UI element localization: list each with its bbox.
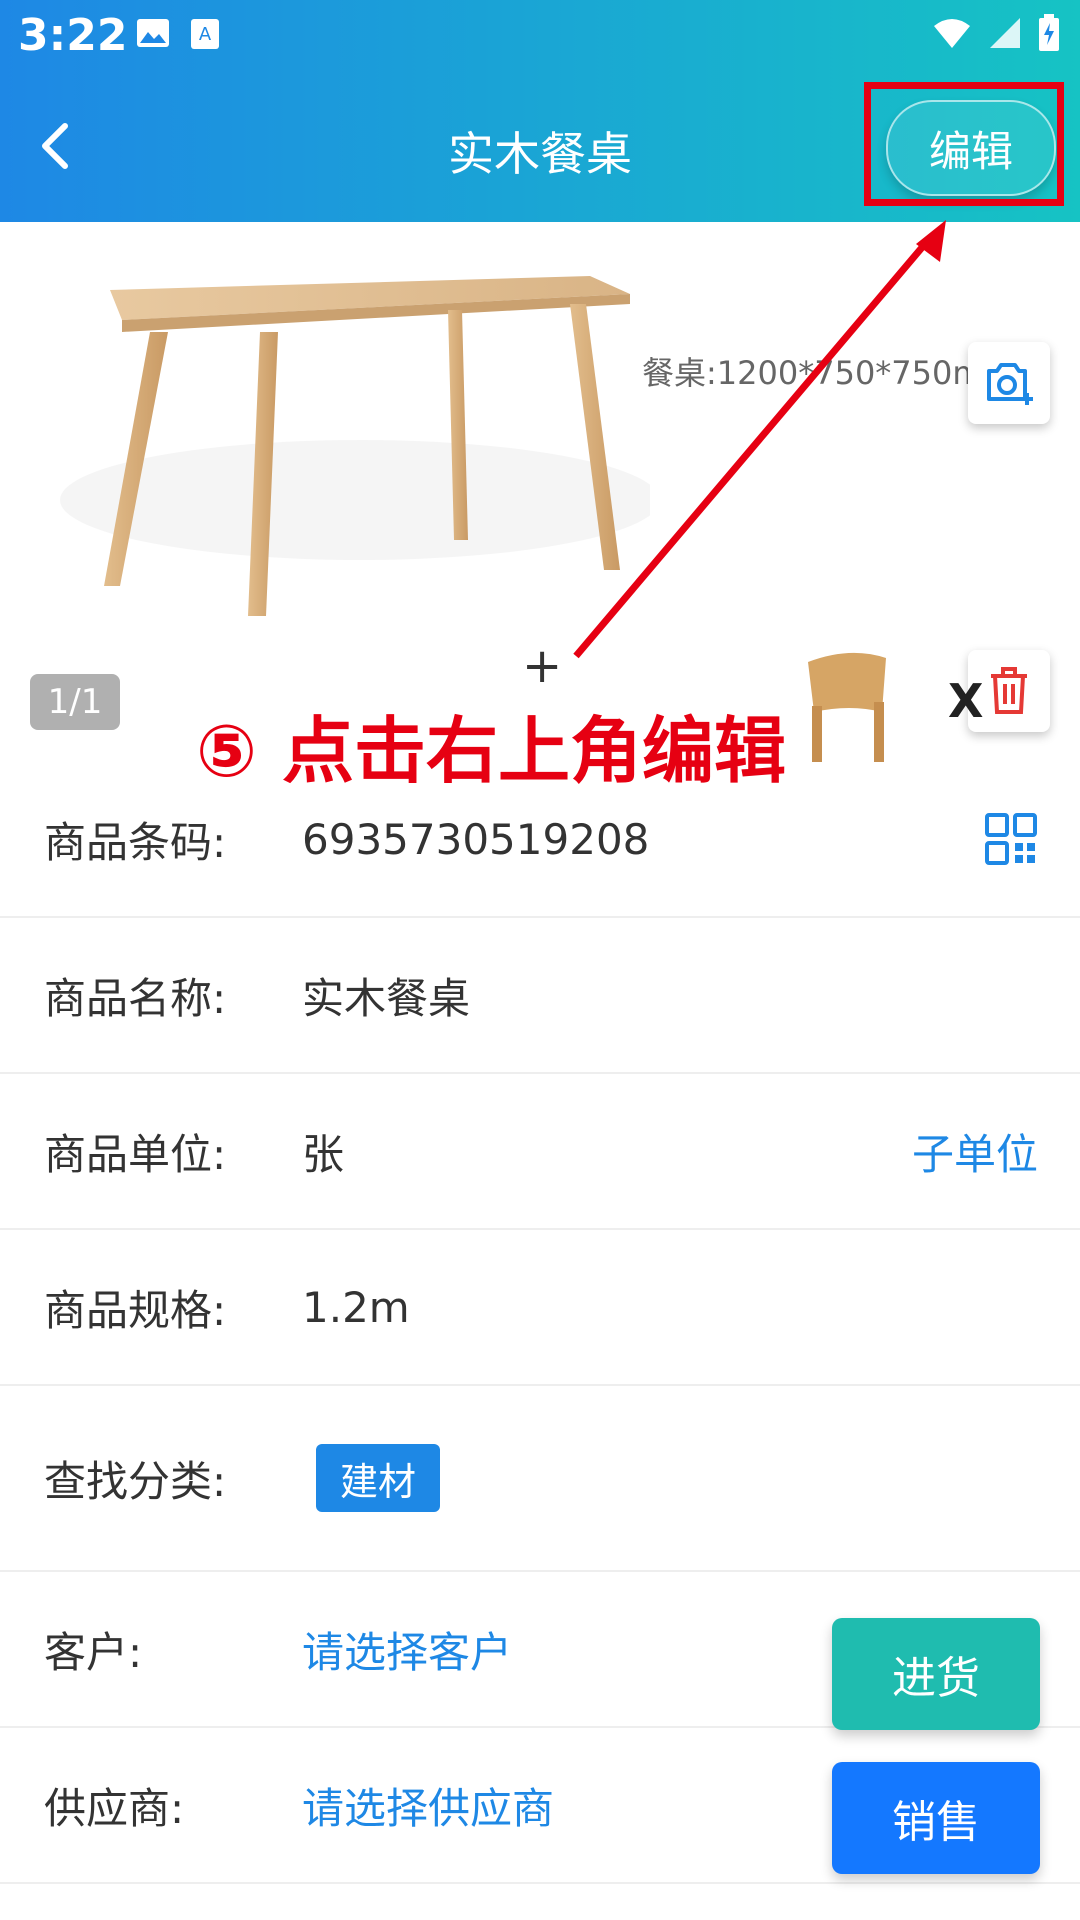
supplier-label: 供应商: xyxy=(44,1783,185,1833)
dimension-label: 餐桌:1200*750*750mm xyxy=(642,354,1015,392)
header: 3:22 A 实木餐桌 编辑 xyxy=(0,0,1080,222)
status-time: 3:22 xyxy=(18,10,128,61)
camera-add-icon xyxy=(987,363,1033,405)
battery-icon xyxy=(1038,14,1060,56)
name-value: 实木餐桌 xyxy=(302,973,471,1023)
sub-unit-button[interactable]: 子单位 xyxy=(912,1121,1038,1182)
spec-value: 1.2m xyxy=(302,1282,410,1332)
chair-image xyxy=(808,652,886,762)
purchase-button[interactable]: 进货 xyxy=(832,1618,1040,1730)
name-row: 商品名称: 实木餐桌 xyxy=(0,918,1080,1074)
category-row: 查找分类: 建材 xyxy=(0,1386,1080,1572)
qr-code-button[interactable] xyxy=(984,812,1038,866)
product-image-viewer[interactable]: 餐桌:1200*750*750mm + X 1/1 xyxy=(0,222,1080,762)
x-mark: X xyxy=(948,674,984,728)
wifi-icon xyxy=(932,16,972,54)
trash-icon xyxy=(991,667,1027,714)
barcode-label: 商品条码: xyxy=(44,817,227,867)
signal-icon xyxy=(988,16,1022,54)
sales-button[interactable]: 销售 xyxy=(832,1762,1040,1874)
spec-label: 商品规格: xyxy=(44,1285,227,1335)
category-tag[interactable]: 建材 xyxy=(316,1444,441,1512)
plus-sign: + xyxy=(522,638,563,694)
svg-text:A: A xyxy=(199,24,212,45)
edit-highlight-box xyxy=(864,82,1064,206)
supplier-select[interactable]: 请选择供应商 xyxy=(302,1775,554,1836)
product-detail-screen: 3:22 A 实木餐桌 编辑 餐桌:1200*750*750mm + X 1/1… xyxy=(0,0,1080,1920)
add-photo-button[interactable] xyxy=(968,342,1050,424)
product-image xyxy=(60,276,650,616)
image-icon xyxy=(136,18,170,54)
image-counter: 1/1 xyxy=(30,674,120,730)
barcode-row: 商品条码: 6935730519208 xyxy=(0,762,1080,918)
status-notification-icons: A xyxy=(136,18,220,54)
customer-select[interactable]: 请选择客户 xyxy=(302,1619,512,1680)
unit-value: 张 xyxy=(302,1129,345,1179)
category-label: 查找分类: xyxy=(44,1456,227,1506)
status-system-icons xyxy=(932,14,1060,56)
qr-code-icon xyxy=(985,813,1037,865)
spec-row: 商品规格: 1.2m xyxy=(0,1230,1080,1386)
app-notification-icon: A xyxy=(190,18,220,54)
name-label: 商品名称: xyxy=(44,973,227,1023)
unit-row: 商品单位: 张 子单位 xyxy=(0,1074,1080,1230)
barcode-value: 6935730519208 xyxy=(302,814,650,864)
unit-label: 商品单位: xyxy=(44,1129,227,1179)
customer-label: 客户: xyxy=(44,1627,143,1677)
